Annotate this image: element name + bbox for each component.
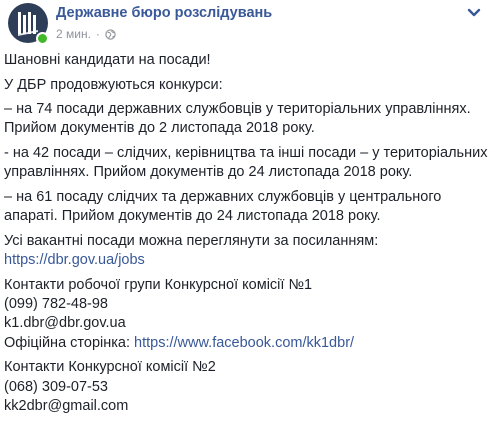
commission-2-phone: (068) 309-07-53 xyxy=(4,378,108,395)
contest-item-3-line-2: апараті. Прийом документів до 24 листопа… xyxy=(4,208,381,225)
post-body: Шановні кандидати на посади! У ДБР продо… xyxy=(4,51,487,421)
post-intro: У ДБР продовжуються конкурси: xyxy=(4,76,223,93)
post-header: Державне бюро розслідувань 2 мин. · xyxy=(8,3,483,47)
vacancies-text: Усі вакантні посади можна переглянути за… xyxy=(4,232,379,249)
contest-item-1-line-1: – на 74 посади державних службовців у те… xyxy=(4,101,471,118)
commission-1-phone: (099) 782-48-98 xyxy=(4,296,108,313)
contest-item-2-line-1: - на 42 посади – слідчих, керівництва та… xyxy=(4,145,488,162)
commission-1-page-label: Офіційна сторінка: xyxy=(4,334,135,351)
commission-1-facebook-link[interactable]: https://www.facebook.com/kk1dbr/ xyxy=(134,335,354,351)
commission-1-title: Контакти робочої групи Конкурсної комісі… xyxy=(4,276,313,293)
contest-item-2-line-2: управліннях. Прийом документів до 24 лис… xyxy=(4,164,413,181)
post-greeting: Шановні кандидати на посади! xyxy=(4,52,211,68)
commission-1-page: Офіційна сторінка: https://www.facebook.… xyxy=(4,334,487,353)
globe-icon[interactable] xyxy=(105,28,116,40)
post-options-button[interactable] xyxy=(465,6,483,20)
online-status-dot xyxy=(36,32,49,45)
post-timestamp[interactable]: 2 мин. xyxy=(56,27,91,41)
page-name-link[interactable]: Державне бюро розслідувань xyxy=(56,5,272,21)
commission-2-title: Контакти Конкурсної комісії №2 xyxy=(4,359,216,376)
vacancies-paragraph: Усі вакантні посади можна переглянути за… xyxy=(4,232,487,271)
commission-1-contacts: Контакти робочої групи Конкурсної комісі… xyxy=(4,276,487,353)
contest-item-1: – на 74 посади державних службовців у те… xyxy=(4,100,487,139)
commission-2-contacts: Контакти Конкурсної комісії №2 (068) 309… xyxy=(4,358,487,416)
contest-item-1-line-2: Прийом документів до 2 листопада 2018 ро… xyxy=(4,120,315,137)
contest-item-3: – на 61 посаду слідчих та державних служ… xyxy=(4,188,487,227)
post-meta: 2 мин. · xyxy=(56,27,116,41)
commission-2-email: kk2dbr@gmail.com xyxy=(4,397,129,414)
chevron-down-icon xyxy=(467,8,481,17)
contest-item-2: - на 42 посади – слідчих, керівництва та… xyxy=(4,144,487,183)
meta-separator: · xyxy=(95,27,100,41)
jobs-link[interactable]: https://dbr.gov.ua/jobs xyxy=(4,251,487,270)
commission-1-email: k1.dbr@dbr.gov.ua xyxy=(4,315,126,332)
contest-item-3-line-1: – на 61 посаду слідчих та державних служ… xyxy=(4,188,442,205)
